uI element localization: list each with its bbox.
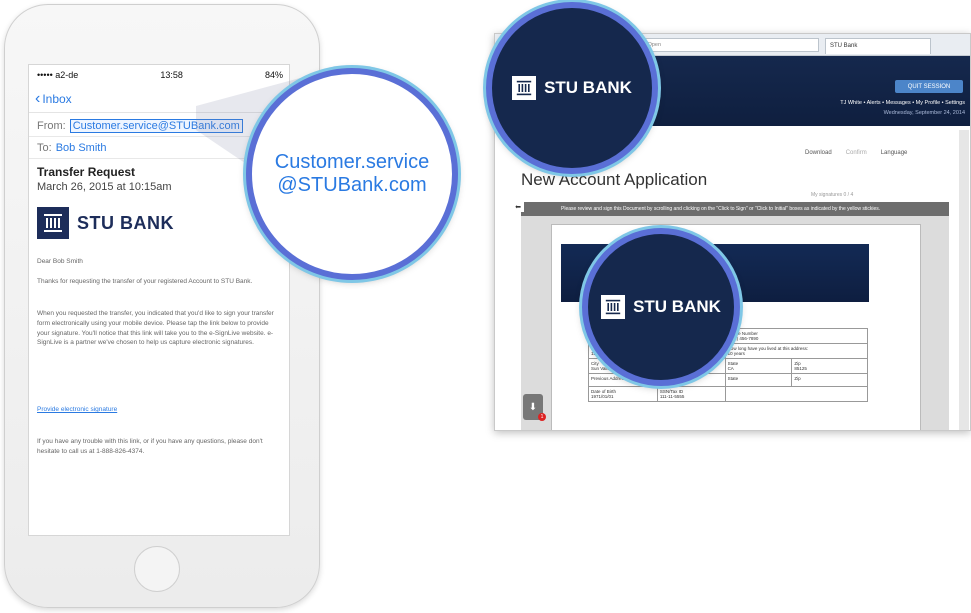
to-label: To: <box>37 141 52 154</box>
doc-toolbar: Download Confirm Language <box>805 150 907 156</box>
carrier-text: ••••• a2-de <box>37 70 79 80</box>
bank-pillar-icon <box>601 295 626 319</box>
confirm-button[interactable]: Confirm <box>846 150 867 156</box>
signature-link[interactable]: Provide electronic signature <box>37 405 283 415</box>
document-logo-magnifier: STU BANK <box>582 228 740 386</box>
empty-cell <box>724 386 869 402</box>
signature-progress: My signatures 0 / 4 <box>811 192 854 198</box>
header-logo-magnifier: STU BANK <box>486 2 658 174</box>
prev-state-cell: State <box>724 373 793 387</box>
back-chevron-icon[interactable]: ‹ <box>35 90 40 108</box>
bank-name: STU BANK <box>77 212 174 233</box>
email-greeting: Dear Bob Smith <box>37 258 83 265</box>
header-bank-logo: STU BANK <box>512 76 632 100</box>
email-paragraph-3: If you have any trouble with this link, … <box>37 438 263 455</box>
magnified-sender-line-2: @STUBank.com <box>277 174 427 196</box>
browser-tab[interactable]: STU Bank <box>825 38 931 54</box>
quit-session-button[interactable]: QUIT SESSION <box>895 80 963 93</box>
zip-cell: Zip 85125 <box>791 358 868 374</box>
email-paragraph-1: Thanks for requesting the transfer of yo… <box>37 278 253 285</box>
from-label: From: <box>37 119 66 132</box>
ssn-cell: SSN/Tax ID 111-11-5555 <box>656 386 726 402</box>
back-arrow-icon[interactable]: ⬅ <box>512 202 524 212</box>
bank-pillar-icon <box>37 207 69 239</box>
state-cell: State CA <box>724 358 793 374</box>
sender-magnifier: Customer.service @STUBank.com <box>246 68 458 280</box>
scrollbar[interactable] <box>959 130 969 430</box>
instruction-bar: Please review and sign this Document by … <box>521 202 949 216</box>
email-paragraph-2: When you requested the transfer, you ind… <box>37 310 274 347</box>
page-title: New Account Application <box>521 170 708 189</box>
language-button[interactable]: Language <box>881 150 908 156</box>
email-date: March 26, 2015 at 10:15am <box>37 181 172 193</box>
header-bank-name: STU BANK <box>544 78 632 97</box>
prev-zip-cell: Zip <box>791 373 868 387</box>
inbox-back-button[interactable]: Inbox <box>42 92 71 106</box>
notification-badge: 1 <box>538 413 546 421</box>
dob-cell: Date of Birth 1971/01/01 <box>588 386 658 402</box>
download-button[interactable]: Download <box>805 150 832 156</box>
magnified-sender-line-1: Customer.service <box>274 151 430 173</box>
document-bank-logo: STU BANK <box>601 295 721 319</box>
phone-cell: Phone Number (123) 456-7890 <box>724 328 869 344</box>
email-subject: Transfer Request <box>37 165 136 179</box>
clock-text: 13:58 <box>160 70 183 80</box>
bank-pillar-icon <box>512 76 537 100</box>
howlong-cell: How long have you lived at this address:… <box>724 343 869 359</box>
document-bank-name: STU BANK <box>633 297 721 316</box>
header-date: Wednesday, September 24, 2014 <box>883 110 965 116</box>
account-nav[interactable]: TJ White • Alerts • Messages • My Profil… <box>795 100 965 106</box>
to-address[interactable]: Bob Smith <box>56 142 107 154</box>
home-button[interactable] <box>134 546 180 592</box>
email-bank-logo: STU BANK <box>37 207 174 239</box>
